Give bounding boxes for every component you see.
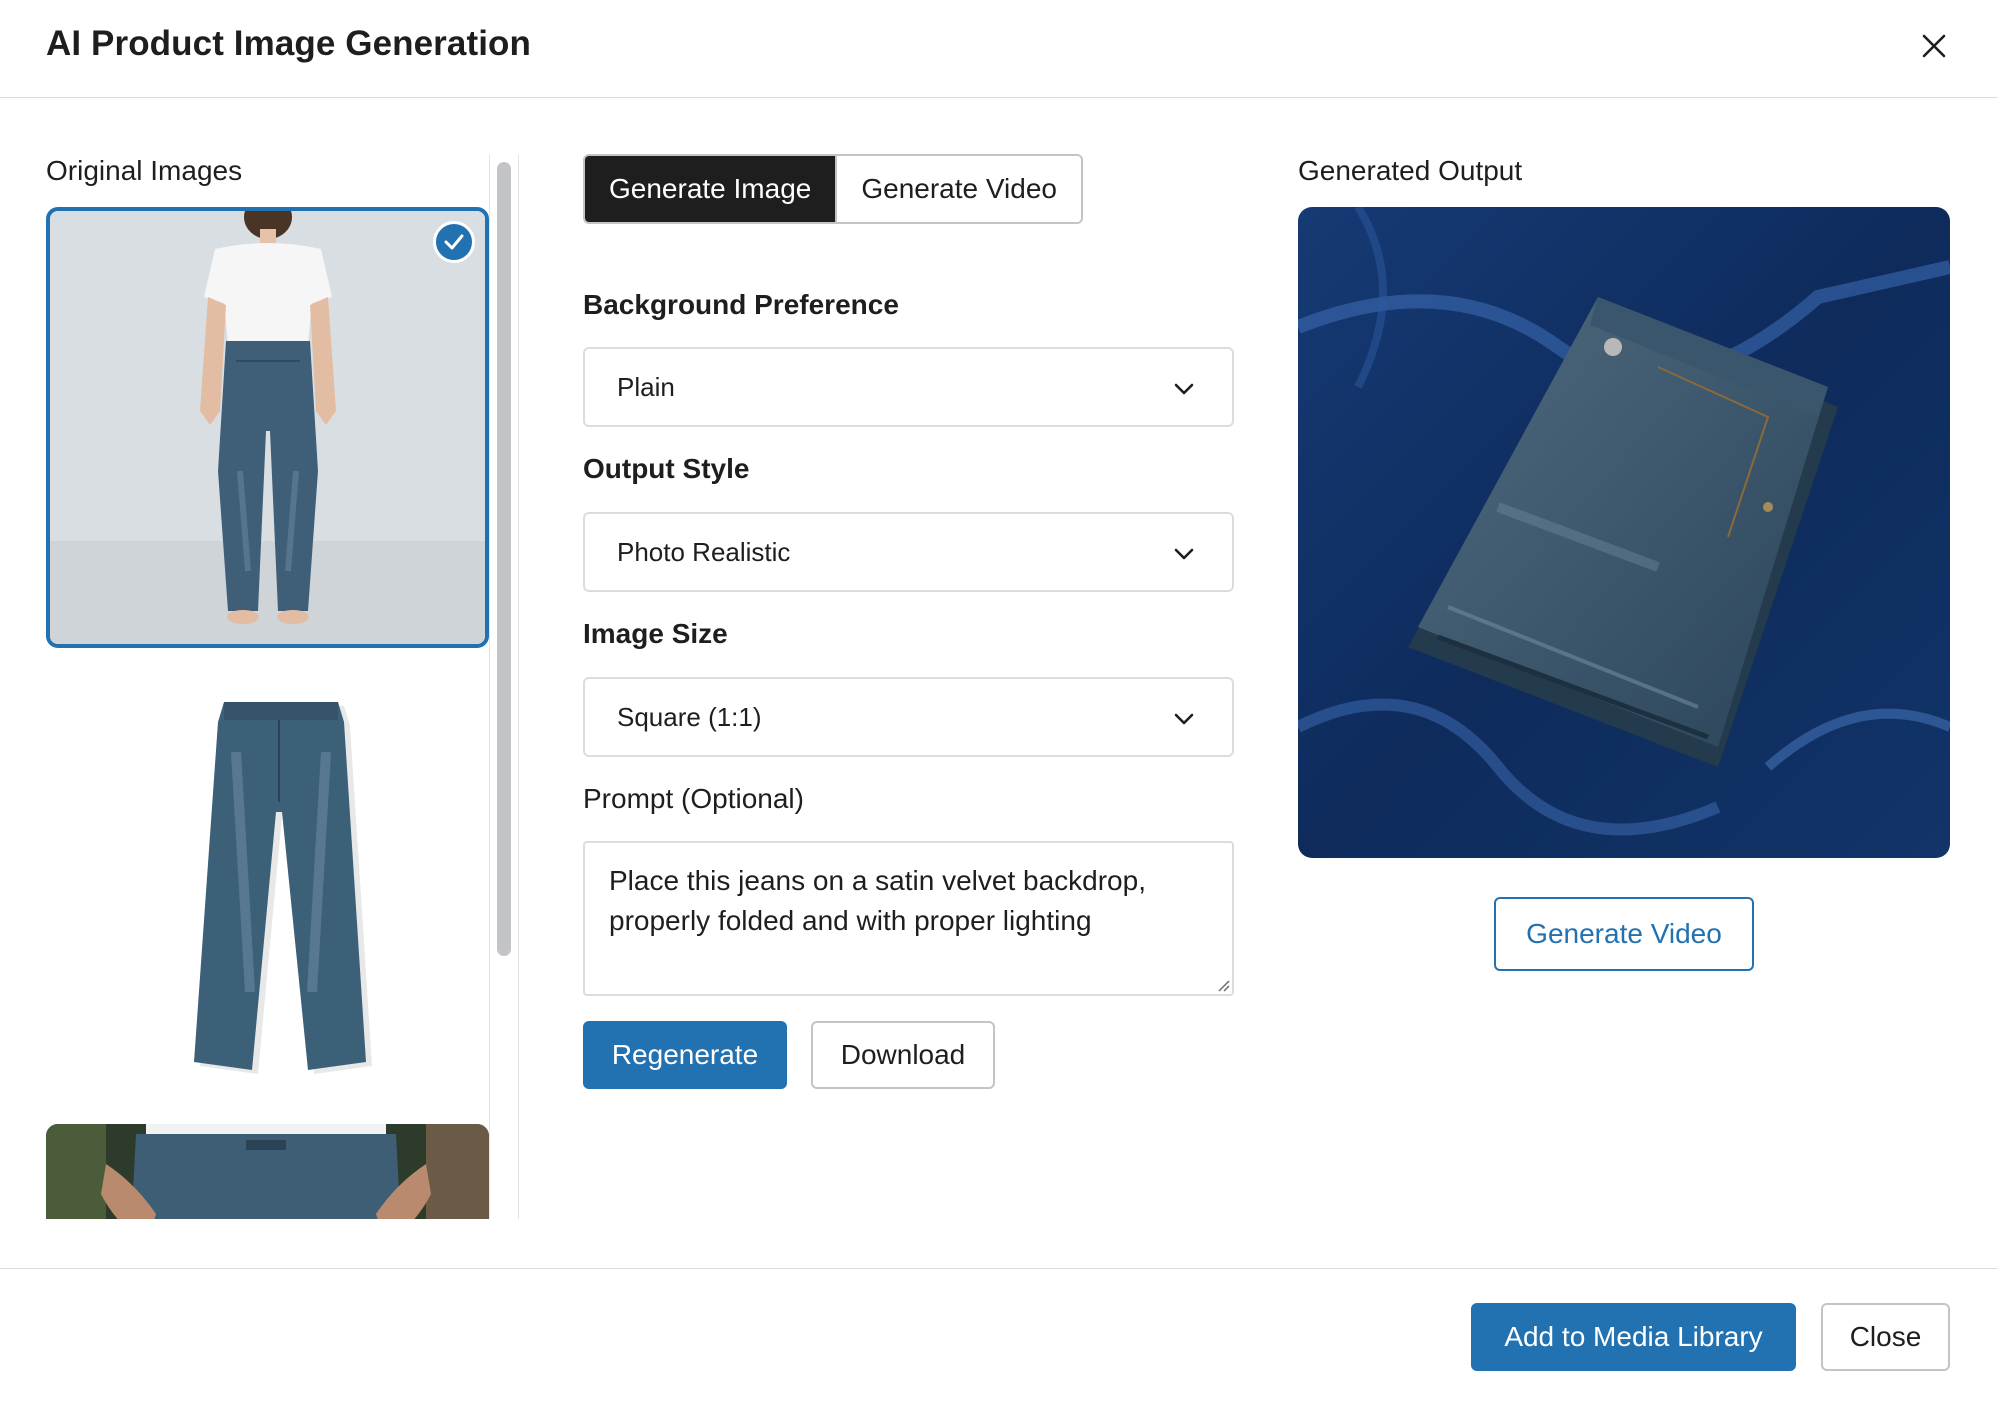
add-to-media-library-button[interactable]: Add to Media Library	[1471, 1303, 1796, 1371]
original-image-jeans-flat[interactable]	[46, 692, 489, 1104]
prompt-text: Place this jeans on a satin velvet backd…	[609, 865, 1146, 936]
chevron-down-icon	[1174, 548, 1194, 560]
original-image-jeans-closeup[interactable]	[46, 1124, 489, 1219]
original-images-list	[0, 98, 520, 1219]
regenerate-button[interactable]: Regenerate	[583, 1021, 787, 1089]
chevron-down-icon	[1174, 383, 1194, 395]
folded-jeans-photo	[1298, 207, 1950, 858]
generated-output-image	[1298, 207, 1950, 858]
prompt-label: Prompt (Optional)	[583, 783, 804, 814]
model-photo	[50, 211, 485, 644]
background-preference-select[interactable]: Plain	[583, 347, 1234, 427]
chevron-down-icon	[1174, 713, 1194, 725]
images-scrollbar[interactable]	[489, 154, 519, 1219]
generated-output-label: Generated Output	[1298, 155, 1523, 186]
close-button[interactable]: Close	[1821, 1303, 1950, 1371]
background-preference-value: Plain	[617, 371, 675, 402]
resize-handle-icon[interactable]	[1214, 976, 1230, 992]
prompt-textarea[interactable]: Place this jeans on a satin velvet backd…	[583, 841, 1234, 996]
output-style-label: Output Style	[583, 453, 750, 484]
background-preference-label: Background Preference	[583, 289, 899, 320]
download-button[interactable]: Download	[811, 1021, 995, 1089]
tab-generate-image[interactable]: Generate Image	[585, 156, 836, 222]
output-style-value: Photo Realistic	[617, 536, 791, 567]
modal-title: AI Product Image Generation	[46, 24, 532, 63]
modal-header: AI Product Image Generation	[0, 0, 1998, 98]
modal-footer: Add to Media Library Close	[0, 1268, 1998, 1402]
jeans-closeup-photo	[46, 1124, 489, 1219]
scrollbar-thumb[interactable]	[497, 162, 511, 956]
original-image-model[interactable]	[46, 207, 489, 648]
tab-generate-video[interactable]: Generate Video	[835, 156, 1081, 222]
mode-tabs: Generate Image Generate Video	[583, 154, 1083, 224]
selected-check-icon	[433, 221, 475, 263]
generate-video-button[interactable]: Generate Video	[1494, 897, 1754, 971]
image-size-label: Image Size	[583, 618, 728, 649]
image-size-select[interactable]: Square (1:1)	[583, 677, 1234, 757]
output-style-select[interactable]: Photo Realistic	[583, 512, 1234, 592]
image-size-value: Square (1:1)	[617, 701, 762, 732]
close-icon[interactable]	[1914, 26, 1954, 66]
jeans-flat-photo	[46, 692, 489, 1104]
